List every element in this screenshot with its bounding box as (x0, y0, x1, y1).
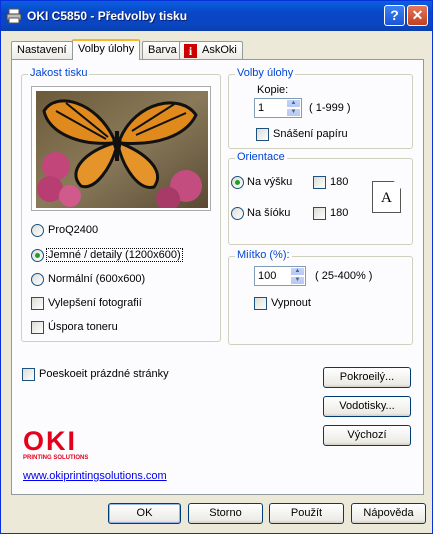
print-quality-legend: Jakost tisku (28, 67, 90, 79)
quality-proq2400-radio[interactable] (31, 224, 44, 237)
quality-normal-label[interactable]: Normální (600x600) (48, 273, 145, 285)
scale-off-checkbox[interactable] (254, 297, 267, 310)
butterfly-image (36, 91, 208, 208)
scale-stepper[interactable]: ▲ ▼ (254, 266, 306, 286)
rotate-portrait-checkbox[interactable] (313, 176, 326, 189)
radio-selected-dot (35, 253, 40, 258)
spin-down-icon[interactable]: ▼ (290, 276, 305, 285)
tab-label: AskOki (202, 44, 237, 56)
apply-button[interactable]: Použít (269, 503, 344, 524)
printer-icon (6, 8, 22, 24)
info-icon: i (184, 44, 197, 58)
job-options-legend: Volby úlohy (235, 67, 296, 79)
collate-checkbox[interactable] (256, 128, 269, 141)
help-title-button[interactable]: ? (384, 5, 405, 26)
tab-volby-ulohy[interactable]: Volby úlohy (72, 39, 141, 60)
landscape-radio[interactable] (231, 207, 244, 220)
oki-tagline: PRINTING SOLUTIONS (23, 455, 89, 461)
landscape-label[interactable]: Na šíóku (247, 207, 290, 219)
scale-off-label[interactable]: Vypnout (271, 297, 311, 309)
photo-enhance-checkbox[interactable] (31, 297, 44, 310)
toner-save-label[interactable]: Úspora toneru (48, 321, 118, 333)
scale-spin-buttons[interactable]: ▲ ▼ (290, 267, 305, 285)
collate-label[interactable]: Snášení papíru (273, 128, 348, 140)
orientation-legend: Orientace (235, 151, 287, 163)
preview-letter: A (381, 190, 392, 206)
portrait-radio[interactable] (231, 176, 244, 189)
quality-fine-label[interactable]: Jemné / detaily (1200x600) (46, 248, 183, 262)
oki-website-link[interactable]: www.okiprintingsolutions.com (23, 470, 167, 482)
photo-enhance-label[interactable]: Vylepšení fotografií (48, 297, 142, 309)
spin-up-icon[interactable]: ▲ (286, 99, 301, 108)
scale-legend: Mi­ítko (%): (235, 249, 292, 261)
rotate-portrait-label[interactable]: 180 (330, 176, 348, 188)
quality-normal-radio[interactable] (31, 273, 44, 286)
close-button[interactable]: ✕ (407, 5, 428, 26)
tab-label: Nastavení (17, 44, 67, 56)
portrait-label[interactable]: Na výšku (247, 176, 292, 188)
scale-range: ( 25-400% ) (315, 270, 373, 282)
tab-label: Barva (148, 44, 177, 56)
scale-input[interactable] (255, 267, 291, 285)
toner-save-checkbox[interactable] (31, 321, 44, 334)
copies-input[interactable] (255, 99, 287, 117)
printing-preferences-window: OKI C5850 - Předvolby tisku ? ✕ Nastaven… (0, 0, 433, 534)
title-bar[interactable]: OKI C5850 - Předvolby tisku ? ✕ (1, 1, 432, 31)
orientation-preview-icon: A (372, 181, 401, 213)
rotate-landscape-label[interactable]: 180 (330, 207, 348, 219)
copies-label: Kopie: (257, 84, 289, 96)
watermarks-button[interactable]: Vodotisky... (323, 396, 411, 417)
oki-logo: OKI PRINTING SOLUTIONS (23, 427, 88, 461)
help-button[interactable]: Nápověda (351, 503, 426, 524)
advanced-button[interactable]: Pokroeilý... (323, 367, 411, 388)
oki-logo-text: OKI (23, 426, 78, 456)
radio-selected-dot (235, 180, 240, 185)
sample-photo (31, 86, 211, 211)
window-title: OKI C5850 - Předvolby tisku (27, 9, 188, 23)
copies-stepper[interactable]: ▲ ▼ (254, 98, 302, 118)
defaults-button[interactable]: Výchozí (323, 425, 411, 446)
rotate-landscape-checkbox[interactable] (313, 207, 326, 220)
quality-proq2400-label[interactable]: ProQ2400 (48, 224, 98, 236)
copies-range: ( 1-999 ) (309, 102, 351, 114)
cancel-button[interactable]: Storno (188, 503, 263, 524)
skip-blank-label[interactable]: Poeskoeit prázdné stránky (39, 368, 169, 380)
close-icon: ✕ (411, 7, 424, 23)
quality-fine-radio[interactable] (31, 249, 44, 262)
spin-up-icon[interactable]: ▲ (290, 267, 305, 276)
tab-barva[interactable]: Barva (142, 41, 183, 59)
help-icon: ? (390, 7, 399, 23)
tab-label: Volby úlohy (78, 43, 135, 55)
tab-nastaveni[interactable]: Nastavení (11, 41, 73, 59)
tab-askoki[interactable]: i AskOki (179, 41, 243, 59)
spin-down-icon[interactable]: ▼ (286, 108, 301, 117)
skip-blank-checkbox[interactable] (22, 368, 35, 381)
copies-spin-buttons[interactable]: ▲ ▼ (286, 99, 301, 117)
ok-button[interactable]: OK (108, 503, 181, 524)
